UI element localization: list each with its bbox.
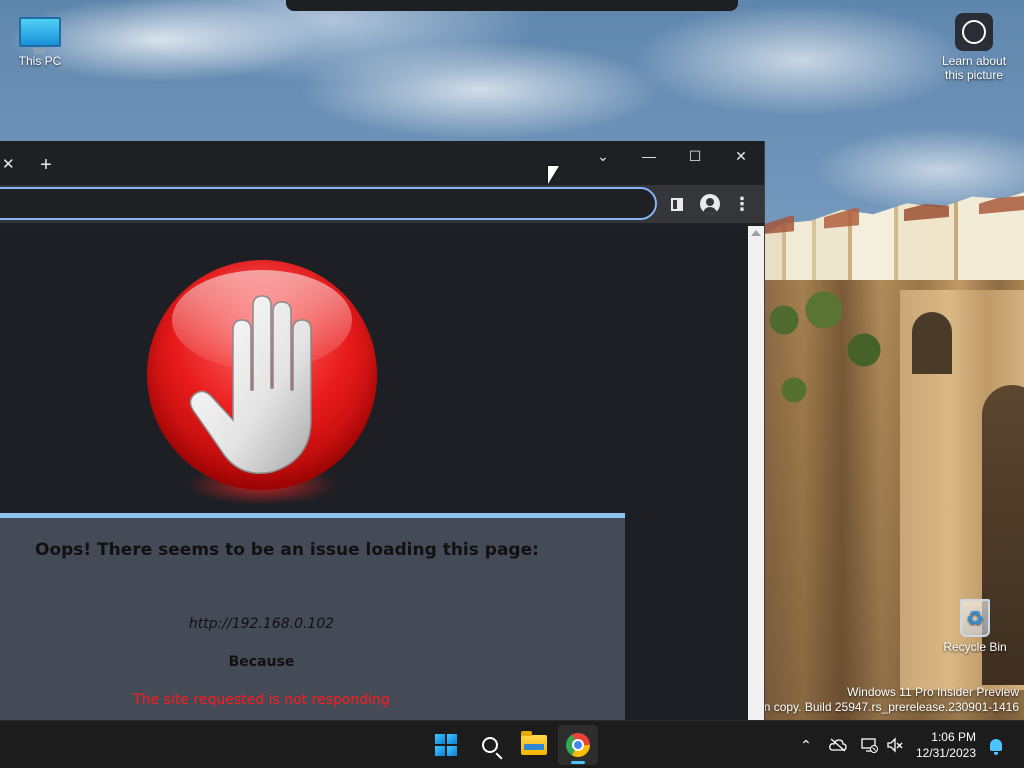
windows-watermark: Windows 11 Pro Insider Preview tion copy… bbox=[751, 685, 1019, 715]
maximize-button[interactable]: ☐ bbox=[672, 141, 718, 171]
desktop-icon-label: Recycle Bin bbox=[943, 640, 1007, 654]
error-because-label: Because bbox=[228, 654, 295, 670]
camera-icon bbox=[952, 10, 996, 54]
recycle-bin-icon: ♻ bbox=[953, 596, 997, 640]
system-clock[interactable]: 1:06 PM 12/31/2023 bbox=[912, 729, 976, 761]
page-content: Oops! There seems to be an issue loading… bbox=[0, 226, 748, 720]
clock-time: 1:06 PM bbox=[931, 730, 976, 744]
taskbar: ⌃ 1:06 PM 12/31/2023 bbox=[0, 720, 1024, 768]
title-bar: ✕ + ⌄ — ☐ ✕ bbox=[0, 141, 764, 185]
browser-toolbar: ⋮ bbox=[0, 185, 764, 223]
minimize-button[interactable]: — bbox=[626, 141, 672, 171]
chrome-window: ✕ + ⌄ — ☐ ✕ ⋮ Oops! There seems to be an… bbox=[0, 141, 765, 720]
side-panel-icon[interactable] bbox=[665, 192, 689, 216]
notification-bell-icon[interactable] bbox=[986, 721, 1006, 768]
vertical-scrollbar[interactable] bbox=[748, 226, 764, 720]
error-panel: Oops! There seems to be an issue loading… bbox=[0, 513, 625, 720]
tab-close-icon[interactable]: ✕ bbox=[0, 155, 16, 175]
chevron-up-icon[interactable]: ⌃ bbox=[796, 721, 816, 768]
onedrive-offline-icon[interactable] bbox=[826, 721, 850, 768]
desktop-icon-label: This PC bbox=[18, 54, 62, 68]
search-icon[interactable] bbox=[470, 725, 510, 765]
kebab-menu-icon[interactable]: ⋮ bbox=[730, 192, 754, 216]
monitor-icon bbox=[18, 10, 62, 54]
error-url: http://192.168.0.102 bbox=[188, 616, 335, 632]
file-explorer-icon[interactable] bbox=[514, 725, 554, 765]
error-reason: The site requested is not responding bbox=[133, 692, 390, 708]
desktop-icon-learn-about-picture[interactable]: Learn about this picture bbox=[936, 10, 1012, 82]
chrome-icon[interactable] bbox=[558, 725, 598, 765]
desktop-icon-this-pc[interactable]: This PC bbox=[10, 10, 70, 68]
profile-icon[interactable] bbox=[698, 192, 722, 216]
desktop-icon-recycle-bin[interactable]: ♻ Recycle Bin bbox=[940, 596, 1010, 654]
address-bar[interactable] bbox=[0, 187, 657, 220]
network-disconnected-icon[interactable] bbox=[858, 721, 880, 768]
wallpaper-arch bbox=[912, 312, 952, 374]
watermark-line-2: tion copy. Build 25947.rs_prerelease.230… bbox=[751, 700, 1019, 714]
tab-search-button[interactable]: ⌄ bbox=[580, 141, 626, 171]
mouse-cursor-icon bbox=[548, 166, 559, 184]
error-title: Oops! There seems to be an issue loading… bbox=[35, 540, 539, 560]
scroll-up-arrow-icon[interactable] bbox=[751, 230, 761, 236]
top-snap-bar bbox=[286, 0, 738, 11]
stop-hand-icon bbox=[147, 260, 377, 510]
new-tab-button[interactable]: + bbox=[34, 153, 58, 177]
wallpaper-greenery bbox=[764, 290, 914, 430]
clock-date: 12/31/2023 bbox=[915, 746, 976, 760]
start-icon[interactable] bbox=[426, 725, 466, 765]
close-window-button[interactable]: ✕ bbox=[718, 141, 764, 171]
volume-muted-icon[interactable] bbox=[884, 721, 906, 768]
watermark-line-1: Windows 11 Pro Insider Preview bbox=[847, 685, 1019, 699]
desktop-icon-label: Learn about this picture bbox=[941, 54, 1007, 82]
